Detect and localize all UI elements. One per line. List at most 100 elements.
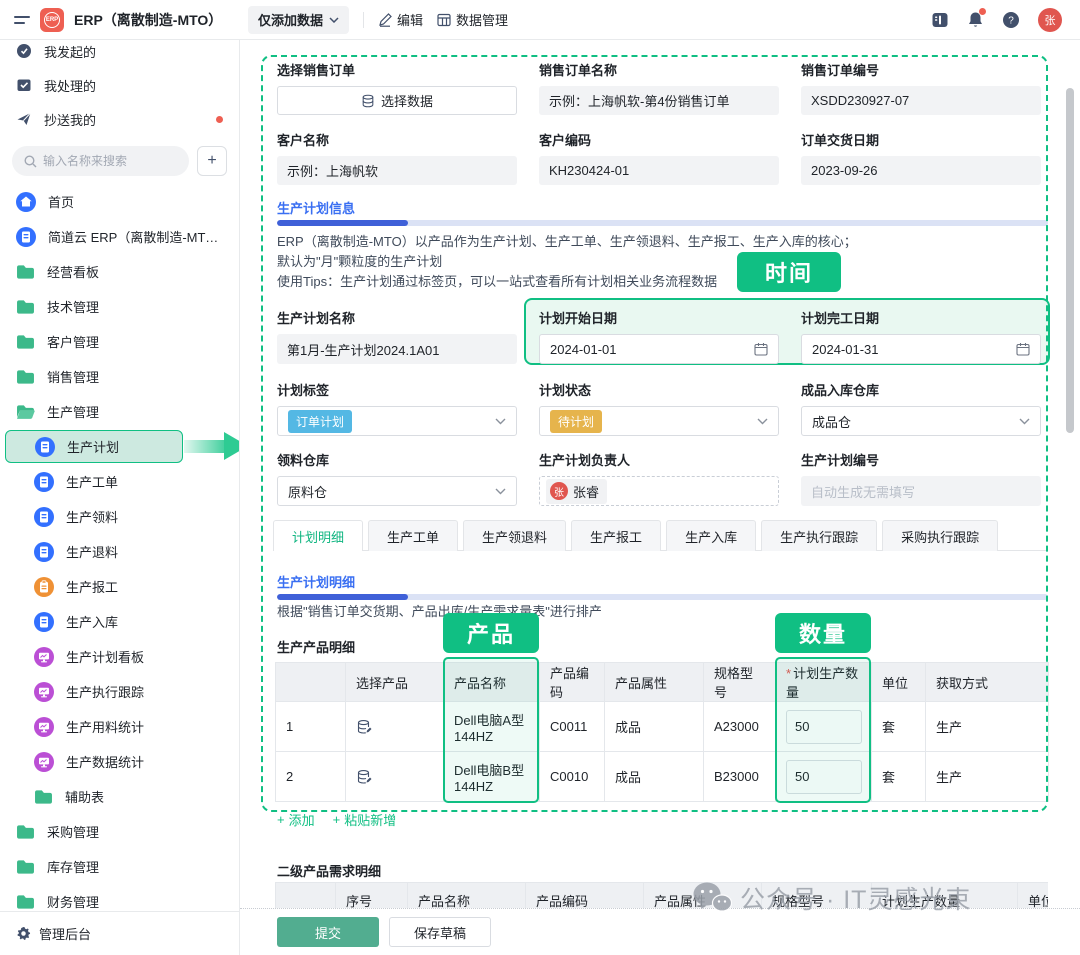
plan-detail-section-link[interactable]: 生产计划明细 [277, 572, 355, 591]
sidebar-item-inventory-mgmt[interactable]: 库存管理 [0, 849, 239, 884]
field-material-warehouse: 领料仓库 原料仓 [277, 450, 517, 506]
mode-dropdown-button[interactable]: 仅添加数据 [248, 6, 349, 34]
row-method: 生产 [926, 702, 1049, 752]
sidebar-item-production-plan[interactable]: 生产计划 [0, 429, 239, 464]
search-input-wrap[interactable] [12, 146, 189, 176]
scrollbar-thumb[interactable] [1066, 88, 1074, 433]
tab-material[interactable]: 生产领退料 [463, 520, 566, 551]
sidebar-item-material-return[interactable]: 生产退料 [0, 534, 239, 569]
start-date-input[interactable]: 2024-01-01 [539, 334, 779, 364]
database-icon [361, 94, 375, 108]
tab-plan-detail[interactable]: 计划明细 [273, 520, 363, 551]
sidebar-item-label: 采购管理 [47, 822, 99, 841]
chevron-down-icon [757, 418, 768, 425]
material-warehouse-select[interactable]: 原料仓 [277, 476, 517, 506]
sidebar-item-production-mgmt[interactable]: 生产管理 [0, 394, 239, 429]
notification-dot [979, 8, 986, 15]
admin-backend-label: 管理后台 [39, 924, 91, 943]
sidebar-item-label: 生产用料统计 [66, 717, 144, 736]
sidebar-item-purchase-mgmt[interactable]: 采购管理 [0, 814, 239, 849]
table-header-row: 选择产品 产品名称 产品编码 产品属性 规格型号 *计划生产数量 单位 获取方式 [276, 663, 1049, 702]
tab-work-report[interactable]: 生产报工 [571, 520, 661, 551]
sidebar-item-tech-mgmt[interactable]: 技术管理 [0, 289, 239, 324]
chevron-down-icon [1019, 418, 1030, 425]
plan-status-select[interactable]: 待计划 [539, 406, 779, 436]
chevron-down-icon [495, 418, 506, 425]
sidebar-item-aux-tables[interactable]: 辅助表 [0, 779, 239, 814]
sidebar-item-label: 生产领料 [66, 507, 118, 526]
table-row: 1 Dell电脑A型 144HZ C0011 成品 A23000 套 生产 [276, 702, 1049, 752]
detail-tabs: 计划明细 生产工单 生产领退料 生产报工 生产入库 生产执行跟踪 采购执行跟踪 [273, 520, 1048, 551]
qty-input[interactable] [786, 760, 862, 794]
sidebar-item-processed[interactable]: 我处理的 [0, 68, 239, 102]
row-product-spec: A23000 [704, 702, 776, 752]
end-date-input[interactable]: 2024-01-31 [801, 334, 1041, 364]
add-app-button[interactable]: + [197, 146, 227, 176]
sidebar-item-sales-mgmt[interactable]: 销售管理 [0, 359, 239, 394]
sidebar-item-exec-track[interactable]: 生产执行跟踪 [0, 674, 239, 709]
app-root: ERP ERP（离散制造-MTO） 仅添加数据 编辑 数据管理 [0, 0, 1080, 955]
submit-button[interactable]: 提交 [277, 917, 379, 947]
sidebar-item-label: 我处理的 [44, 76, 223, 95]
field-plan-status: 计划状态 待计划 [539, 380, 779, 436]
folder-icon [34, 789, 53, 805]
sidebar-item-material-pick[interactable]: 生产领料 [0, 499, 239, 534]
select-data-button[interactable]: 选择数据 [277, 86, 517, 115]
folder-icon [16, 859, 35, 875]
sidebar-item-home[interactable]: 首页 [0, 184, 239, 219]
sidebar-item-material-stats[interactable]: 生产用料统计 [0, 709, 239, 744]
tab-warehouse-in[interactable]: 生产入库 [666, 520, 756, 551]
owner-name: 张睿 [573, 482, 599, 501]
plan-tag-value: 订单计划 [288, 410, 352, 433]
tab-work-order[interactable]: 生产工单 [368, 520, 458, 551]
edit-button[interactable]: 编辑 [378, 10, 423, 29]
field-label: 成品入库仓库 [801, 380, 1041, 399]
plan-tag-select[interactable]: 订单计划 [277, 406, 517, 436]
search-input[interactable] [43, 154, 163, 168]
fg-warehouse-select[interactable]: 成品仓 [801, 406, 1041, 436]
owner-chip: 张 张睿 [546, 479, 607, 504]
plan-status-value: 待计划 [550, 410, 602, 433]
col-index [276, 663, 346, 702]
sales-order-name-value: 示例：上海帆软-第4份销售订单 [539, 86, 779, 115]
qty-input[interactable] [786, 710, 862, 744]
data-manage-button[interactable]: 数据管理 [437, 10, 508, 29]
paste-add-link[interactable]: +粘贴新增 [333, 810, 397, 829]
row-select-cell[interactable] [346, 752, 444, 802]
sidebar-item-biz-dashboard[interactable]: 经营看板 [0, 254, 239, 289]
notifications-bell-icon[interactable] [967, 11, 984, 29]
sidebar-item-label: 生产数据统计 [66, 752, 144, 771]
folder-icon [16, 894, 35, 910]
sidebar-item-work-order[interactable]: 生产工单 [0, 464, 239, 499]
tab-exec-track[interactable]: 生产执行跟踪 [761, 520, 877, 551]
admin-backend-button[interactable]: 管理后台 [0, 911, 239, 955]
chevron-down-icon [329, 17, 339, 23]
sidebar-item-work-report[interactable]: 生产报工 [0, 569, 239, 604]
field-label: 销售订单编号 [801, 60, 1041, 79]
annotation-time-badge: 时间 [737, 252, 841, 292]
help-icon[interactable]: ? [1002, 11, 1020, 29]
row-select-cell[interactable] [346, 702, 444, 752]
plan-owner-picker[interactable]: 张 张睿 [539, 476, 779, 506]
sidebar-item-cc[interactable]: 抄送我的 [0, 102, 239, 136]
sidebar-item-customer-mgmt[interactable]: 客户管理 [0, 324, 239, 359]
field-label: 客户编码 [539, 130, 779, 149]
sidebar-item-initiated[interactable]: 我发起的 [0, 40, 239, 68]
tab-purchase-track[interactable]: 采购执行跟踪 [882, 520, 998, 551]
row-product-attr: 成品 [605, 752, 704, 802]
panel-toggle-icon[interactable] [931, 11, 949, 29]
sidebar-item-jdy-erp[interactable]: 简道云 ERP（离散制造-MTO）… [0, 219, 239, 254]
sidebar-item-warehouse-in[interactable]: 生产入库 [0, 604, 239, 639]
sidebar-item-label: 生产计划 [67, 437, 119, 456]
add-row-link[interactable]: +添加 [277, 810, 315, 829]
sidebar-item-data-stats[interactable]: 生产数据统计 [0, 744, 239, 779]
plan-info-section-link[interactable]: 生产计划信息 [277, 198, 355, 217]
menu-icon[interactable] [14, 16, 30, 24]
field-plan-tag: 计划标签 订单计划 [277, 380, 517, 436]
user-avatar[interactable]: 张 [1038, 8, 1062, 32]
sidebar-item-label: 抄送我的 [44, 110, 204, 129]
field-delivery-date: 订单交货日期 2023-09-26 [801, 130, 1041, 185]
save-draft-button[interactable]: 保存草稿 [389, 917, 491, 947]
sidebar-item-plan-board[interactable]: 生产计划看板 [0, 639, 239, 674]
owner-avatar: 张 [550, 482, 568, 500]
